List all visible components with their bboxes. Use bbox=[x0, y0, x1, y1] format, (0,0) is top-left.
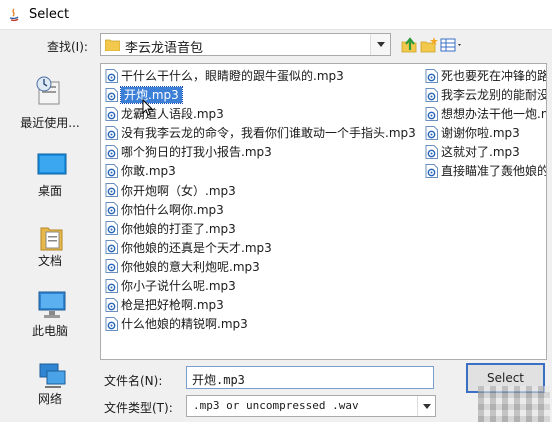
view-menu-icon[interactable] bbox=[440, 36, 464, 54]
audio-file-icon bbox=[105, 316, 118, 331]
file-list-item[interactable]: 干什么干什么，眼睛瞪的跟牛蛋似的.mp3 bbox=[105, 67, 416, 86]
file-list-item[interactable]: 没有我李云龙的命令，我看你们谁敢动一个手指头.mp3 bbox=[105, 124, 416, 143]
audio-file-icon bbox=[425, 144, 438, 159]
window-title: Select bbox=[29, 7, 70, 22]
file-list-item[interactable]: 谢谢你啦.mp3 bbox=[425, 124, 546, 143]
audio-file-icon bbox=[105, 106, 118, 121]
file-name: 你敢.mp3 bbox=[121, 164, 176, 179]
audio-file-icon bbox=[105, 163, 118, 178]
file-list-item[interactable]: 我李云龙别的能耐没 bbox=[425, 86, 547, 105]
file-name: 我李云龙别的能耐没 bbox=[441, 88, 547, 103]
file-list-item[interactable]: 哪个狗日的打我小报告.mp3 bbox=[105, 143, 416, 162]
audio-file-icon bbox=[425, 87, 438, 102]
audio-file-icon bbox=[425, 68, 438, 83]
file-list-item[interactable]: 你敢.mp3 bbox=[105, 162, 416, 181]
file-type-label: 文件类型(T): bbox=[104, 401, 173, 415]
file-list-item[interactable]: 想想办法干他一炮.mp bbox=[425, 105, 546, 124]
desktop-icon bbox=[37, 153, 67, 175]
audio-file-icon bbox=[105, 125, 118, 140]
file-name: 你小子说什么呢.mp3 bbox=[121, 279, 236, 294]
audio-file-icon bbox=[105, 259, 118, 274]
file-list-item[interactable]: 你怕什么啊你.mp3 bbox=[105, 201, 416, 220]
file-name: 你他娘的打歪了.mp3 bbox=[121, 221, 236, 236]
audio-file-icon bbox=[105, 240, 118, 255]
file-type-value: .mp3 or uncompressed .wav bbox=[193, 399, 359, 412]
file-name: 谢谢你啦.mp3 bbox=[441, 126, 520, 141]
up-folder-icon[interactable] bbox=[400, 36, 418, 54]
file-list-item[interactable]: 你他娘的还真是个天才.mp3 bbox=[105, 239, 416, 258]
file-name: 你他娘的意大利炮呢.mp3 bbox=[121, 259, 260, 274]
audio-file-icon bbox=[105, 144, 118, 159]
file-name: 龙霸道人语段.mp3 bbox=[121, 107, 224, 122]
file-name-label: 文件名(N): bbox=[104, 374, 163, 388]
audio-file-icon bbox=[105, 202, 118, 217]
folder-icon bbox=[105, 39, 120, 51]
file-name: 你开炮啊（女）.mp3 bbox=[121, 183, 236, 198]
places-bar: 最近使用... 桌面 文档 此电脑 网络 bbox=[10, 66, 90, 422]
file-list-item[interactable]: 直接瞄准了轰他娘的 bbox=[425, 162, 547, 181]
file-list-item[interactable]: 你他娘的打歪了.mp3 bbox=[105, 220, 416, 239]
file-list-item[interactable]: 你开炮啊（女）.mp3 bbox=[105, 182, 416, 201]
file-list-item[interactable]: 你小子说什么呢.mp3 bbox=[105, 277, 416, 296]
title-bar: Select bbox=[0, 0, 552, 30]
file-name: 干什么干什么，眼睛瞪的跟牛蛋似的.mp3 bbox=[121, 69, 344, 83]
file-name-input[interactable]: 开炮.mp3 bbox=[186, 366, 434, 389]
file-name: 枪是把好枪啊.mp3 bbox=[121, 298, 224, 313]
file-name: 你他娘的还真是个天才.mp3 bbox=[121, 240, 272, 255]
file-name: 死也要死在冲锋的路 bbox=[441, 69, 547, 83]
place-label: 最近使用... bbox=[20, 116, 80, 130]
place-label: 桌面 bbox=[37, 184, 62, 198]
audio-file-icon bbox=[105, 297, 118, 312]
file-list-item[interactable]: 枪是把好枪啊.mp3 bbox=[105, 296, 416, 315]
blurred-region bbox=[478, 386, 550, 422]
file-name: 直接瞄准了轰他娘的 bbox=[441, 164, 547, 179]
audio-file-icon bbox=[105, 183, 118, 198]
audio-file-icon bbox=[105, 87, 118, 102]
audio-file-icon bbox=[425, 125, 438, 140]
file-name: 这就对了.mp3 bbox=[441, 145, 520, 160]
place-label: 文档 bbox=[37, 254, 62, 268]
computer-icon bbox=[38, 291, 66, 318]
mouse-cursor-icon bbox=[142, 99, 154, 116]
audio-file-icon bbox=[425, 106, 438, 121]
file-column-2: 死也要死在冲锋的路我李云龙别的能耐没想想办法干他一炮.mp 谢谢你啦.mp3 这就对… bbox=[425, 67, 547, 182]
documents-icon bbox=[40, 227, 63, 251]
audio-file-icon bbox=[425, 163, 438, 178]
file-name: 你怕什么啊你.mp3 bbox=[121, 202, 224, 217]
file-name: 什么他娘的精锐啊.mp3 bbox=[121, 317, 248, 332]
place-label: 此电脑 bbox=[31, 324, 68, 338]
chevron-down-icon[interactable] bbox=[370, 34, 390, 55]
file-list-item[interactable]: 什么他娘的精锐啊.mp3 bbox=[105, 315, 416, 334]
file-list-item[interactable]: 这就对了.mp3 bbox=[425, 143, 546, 162]
place-label: 网络 bbox=[37, 392, 62, 406]
chevron-down-icon[interactable] bbox=[417, 396, 435, 416]
file-list-item[interactable]: 死也要死在冲锋的路 bbox=[425, 67, 547, 86]
file-name: 哪个狗日的打我小报告.mp3 bbox=[121, 145, 272, 160]
audio-file-icon bbox=[105, 278, 118, 293]
look-in-folder-name: 李云龙语音包 bbox=[125, 41, 204, 56]
recent-items-icon bbox=[36, 76, 60, 105]
java-app-icon bbox=[9, 8, 19, 22]
file-name: 想想办法干他一炮.mp bbox=[441, 107, 546, 122]
audio-file-icon bbox=[105, 68, 118, 83]
audio-file-icon bbox=[105, 221, 118, 236]
look-in-label: 查找(I): bbox=[47, 40, 88, 54]
new-folder-icon[interactable] bbox=[420, 36, 438, 54]
file-list[interactable]: 干什么干什么，眼睛瞪的跟牛蛋似的.mp3 开炮.mp3 龙霸道人语段.mp3 没有我李… bbox=[100, 63, 547, 360]
file-list-item[interactable]: 你他娘的意大利炮呢.mp3 bbox=[105, 258, 416, 277]
file-type-select[interactable]: .mp3 or uncompressed .wav bbox=[186, 395, 436, 417]
network-icon bbox=[39, 363, 66, 388]
file-name: 没有我李云龙的命令，我看你们谁敢动一个手指头.mp3 bbox=[121, 126, 416, 141]
look-in-combo[interactable]: 李云龙语音包 bbox=[100, 33, 391, 56]
